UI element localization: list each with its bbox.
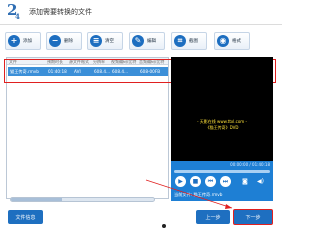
seek-bar[interactable] xyxy=(174,170,270,173)
next-frame-icon[interactable]: ⏭ xyxy=(220,176,231,187)
video-cell: 608.4... xyxy=(112,69,128,74)
stop-icon[interactable]: ■ xyxy=(190,176,201,187)
player-controls: 00:00:00 / 01:40:18 ▶ ■ ⏮ ⏭ ◙ ◀) 当前文件: 猫… xyxy=(171,161,273,201)
audio-cell: 608-00FB xyxy=(140,69,161,74)
format-cell: AVI xyxy=(74,69,81,74)
horizontal-scrollbar[interactable] xyxy=(10,197,155,202)
delete-label: 删除 xyxy=(64,39,73,44)
column-header[interactable]: 视频编码/比特 xyxy=(111,59,136,65)
prev-frame-icon[interactable]: ⏮ xyxy=(205,176,216,187)
header-divider xyxy=(0,24,282,25)
column-header[interactable]: 分辨率 xyxy=(93,59,105,65)
file-name-cell: 猫王传奇.rmvb xyxy=(10,69,39,74)
video-preview: - 天影在线 www.ttxl.com - 《猫王传奇》DVD xyxy=(171,57,273,161)
clear-label: 清空 xyxy=(105,39,114,44)
previous-button[interactable]: 上一步 xyxy=(196,210,230,224)
format-icon: ◉ xyxy=(217,35,229,47)
file-info-button[interactable]: 文件信息 xyxy=(8,210,43,224)
volume-icon[interactable]: ◀) xyxy=(257,178,264,185)
clear-button[interactable]: ≡ 清空 xyxy=(87,32,123,50)
camera-icon[interactable]: ◙ xyxy=(242,178,248,185)
clear-icon: ≡ xyxy=(90,35,102,47)
table-header: 文件 预期时长 源文件格式 分辨率 视频编码/比特 音频编码/比特 xyxy=(7,58,168,65)
add-button[interactable]: + 添加 xyxy=(5,32,41,50)
scrollbar-thumb[interactable] xyxy=(11,198,63,201)
duration-cell: 01:40:18 xyxy=(48,69,67,74)
screenshot-button[interactable]: ⌗ 截图 xyxy=(171,32,207,50)
add-label: 添加 xyxy=(23,39,32,44)
step-total: 4 xyxy=(15,12,20,21)
page-title: 添加需要转换的文件 xyxy=(29,8,92,16)
camera-icon: ⌗ xyxy=(174,35,186,47)
page-indicator xyxy=(162,224,166,228)
minus-icon: − xyxy=(49,35,61,47)
play-icon[interactable]: ▶ xyxy=(175,176,186,187)
subtitle-line-2: 《猫王传奇》DVD xyxy=(205,125,239,130)
delete-button[interactable]: − 删除 xyxy=(46,32,82,50)
column-header[interactable]: 预期时长 xyxy=(47,59,63,65)
table-row[interactable]: 猫王传奇.rmvb 01:40:18 AVI 608.4... 608.4...… xyxy=(8,67,168,76)
screenshot-label: 截图 xyxy=(189,39,198,44)
plus-icon: + xyxy=(8,35,20,47)
column-header[interactable]: 源文件格式 xyxy=(69,59,89,65)
time-display: 00:00:00 / 01:40:18 xyxy=(230,162,270,167)
pencil-icon: ✎ xyxy=(132,35,144,47)
column-header[interactable]: 文件 xyxy=(9,59,17,65)
next-button[interactable]: 下一步 xyxy=(233,209,273,225)
column-header[interactable]: 音频编码/比特 xyxy=(139,59,164,65)
resolution-cell: 608.4... xyxy=(94,69,110,74)
edit-button[interactable]: ✎ 编辑 xyxy=(129,32,165,50)
wizard-header: 2 4 添加需要转换的文件 xyxy=(0,0,282,24)
format-button[interactable]: ◉ 格式 xyxy=(214,32,250,50)
edit-label: 编辑 xyxy=(147,39,156,44)
current-file: 当前文件: 猫王传奇.rmvb xyxy=(174,192,223,197)
file-list: 文件 预期时长 源文件格式 分辨率 视频编码/比特 音频编码/比特 猫王传奇.r… xyxy=(6,57,169,199)
format-label: 格式 xyxy=(232,39,241,44)
